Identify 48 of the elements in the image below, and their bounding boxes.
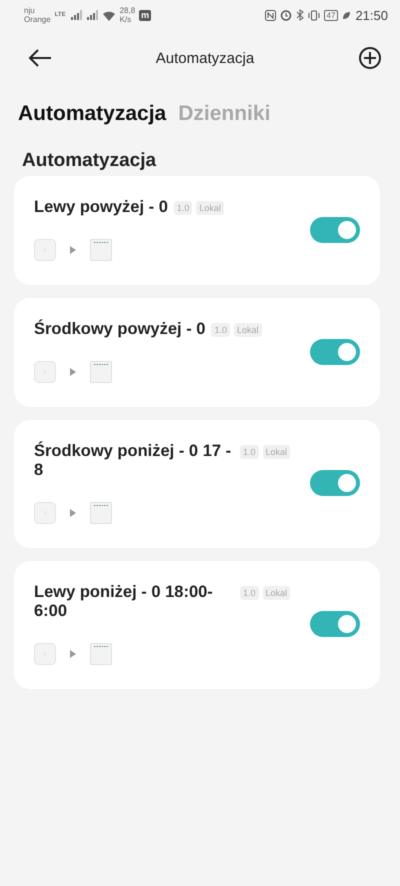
page-title: Automatyzacja [156,50,254,66]
panel-icon [90,502,112,524]
tab[interactable]: Automatyzacja [18,102,166,126]
scope-tag: Lokal [262,586,290,600]
sensor-icon [34,239,56,261]
version-tag: 1.0 [211,323,230,337]
vibrate-icon [308,10,320,20]
panel-icon [90,643,112,665]
panel-icon [90,361,112,383]
toggle-switch[interactable] [310,216,360,242]
version-tag: 1.0 [174,201,192,215]
carrier-label: Orange [24,15,51,24]
scope-tag: Lokal [262,445,290,459]
leaf-icon [342,10,352,20]
battery-level: 47 [324,10,338,20]
back-arrow-icon[interactable] [28,49,52,67]
bluetooth-icon [296,9,304,21]
version-tag: 1.0 [240,586,259,600]
scope-tag: Lokal [234,323,262,337]
automation-name: Środkowy poniżej - 0 17 - 8 [34,442,232,480]
toggle-switch[interactable] [310,470,360,496]
signal-icon [70,10,82,20]
toggle-switch[interactable] [310,611,360,637]
speed-unit: K/s [120,15,132,24]
nfc-icon [264,10,276,20]
signal-icon [86,10,98,20]
section-title: Automatyzacja [22,150,156,171]
wifi-icon [102,10,116,20]
sensor-icon [34,502,56,524]
speed-value: 28,8 [120,6,136,15]
triangle-icon [70,246,76,254]
automation-name: Lewy powyżej - 0 [34,198,168,217]
version-tag: 1.0 [240,445,259,459]
panel-icon [90,239,112,261]
triangle-icon [70,650,76,658]
toggle-switch[interactable] [310,338,360,364]
alarm-icon [280,9,292,21]
carrier-label: nju [24,6,36,15]
scope-tag: Lokal [196,201,224,215]
add-icon[interactable] [358,46,382,70]
triangle-icon [70,368,76,376]
automation-name: Środkowy powyżej - 0 [34,320,206,339]
triangle-icon [70,509,76,517]
sensor-icon [34,361,56,383]
clock: 21:50 [355,8,388,22]
automation-name: Lewy poniżej - 0 18:00-6:00 [34,583,214,621]
sensor-icon [34,643,56,665]
app-badge: m [139,10,152,20]
